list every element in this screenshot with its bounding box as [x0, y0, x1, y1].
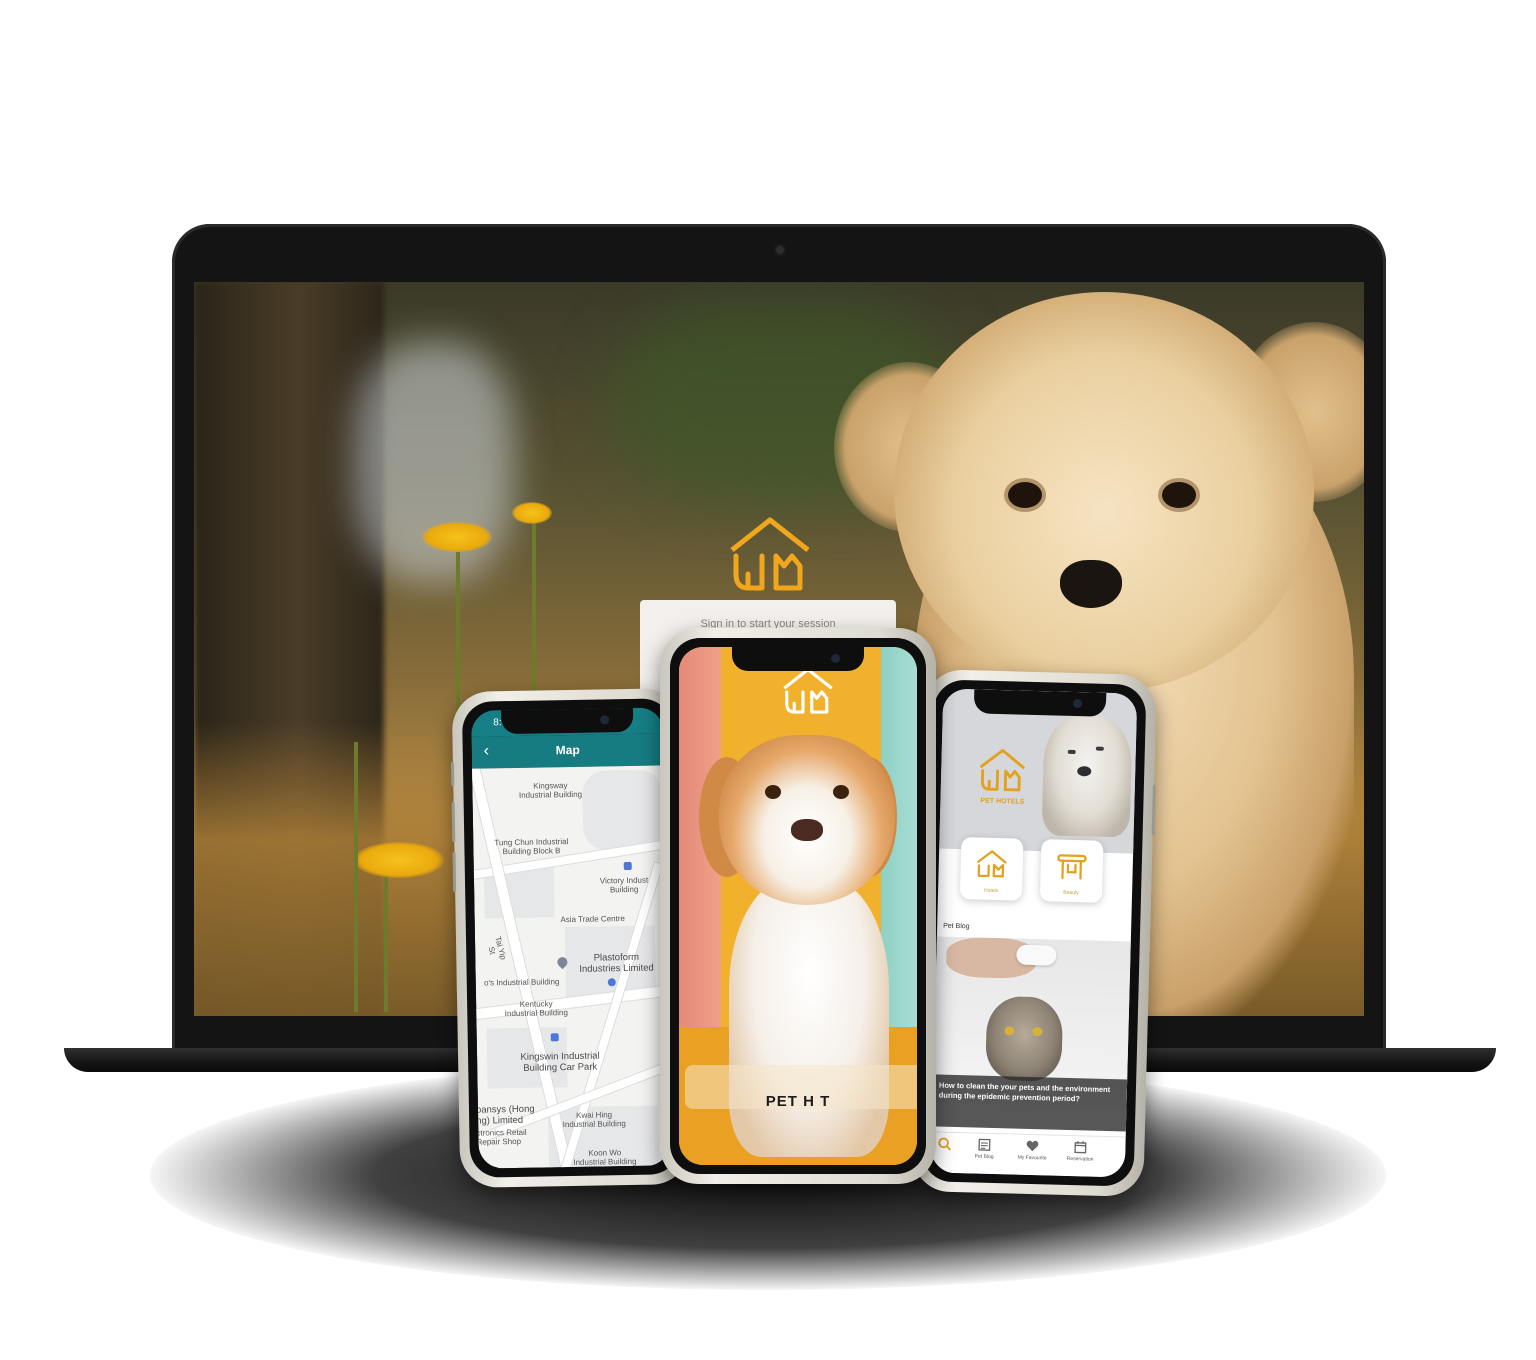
dog-nose	[791, 819, 823, 841]
page-title: Map	[555, 742, 580, 758]
phone-side-button	[450, 762, 455, 787]
dandelion-flower	[354, 842, 444, 878]
map-label: Asia Trade Centre	[560, 914, 625, 925]
dandelion-flower	[512, 502, 552, 524]
beagle-body	[729, 877, 889, 1157]
cat-eye	[1032, 1026, 1043, 1037]
app-home-screen: PET HOTELS Hotels Beauty Pet Blog How to…	[930, 688, 1138, 1178]
nav-label: My Favourite	[1017, 1154, 1047, 1162]
map-screen: 8:08 ‹ Map Kingsway Industrial Building …	[471, 707, 671, 1169]
map-label: Victory Indust Building	[599, 875, 649, 895]
blog-icon	[978, 1138, 991, 1151]
flower-stem	[384, 872, 388, 1012]
phone-notch	[973, 689, 1107, 717]
dog-nose	[1077, 766, 1092, 777]
transit-icon	[623, 861, 632, 871]
phone-notch	[732, 647, 864, 671]
nav-my-favourite[interactable]: My Favourite	[1009, 1138, 1056, 1161]
map-label: o's Industrial Building	[484, 977, 560, 988]
logo-text: PET HOTELS	[980, 797, 1025, 806]
map-phone: 8:08 ‹ Map Kingsway Industrial Building …	[450, 688, 691, 1188]
puppy-head	[894, 292, 1314, 692]
category-card-beauty[interactable]: Beauty	[1039, 839, 1104, 903]
dog-eye	[765, 785, 781, 799]
calendar-icon	[1074, 1141, 1087, 1154]
hotel-icon	[976, 850, 1007, 878]
map-label: Kentucky Industrial Building	[504, 999, 568, 1019]
bottom-nav: Pet Blog My Favourite Reservation	[930, 1131, 1126, 1178]
cat-eye	[1004, 1026, 1015, 1036]
card-label: Hotels	[983, 887, 999, 895]
splash-screen: PET H T	[679, 647, 917, 1165]
shower-head	[1016, 944, 1057, 966]
nav-label: Reservation	[1066, 1155, 1094, 1163]
blog-post-title[interactable]: How to clean the your pets and the envir…	[931, 1074, 1128, 1132]
map-label: Kingsway Industrial Building	[518, 781, 583, 800]
puppy-nose	[1060, 560, 1122, 608]
splash-phone: PET H T	[660, 628, 936, 1184]
heart-icon	[1026, 1140, 1039, 1152]
brand-text: PET H T	[765, 1093, 831, 1110]
pet-hotel-logo-icon	[979, 748, 1026, 792]
map-label: pansys (Hong ng) Limited	[475, 1103, 535, 1127]
nav-pet-blog[interactable]: Pet Blog	[961, 1137, 1008, 1160]
pet-hotel-logo-icon	[730, 517, 810, 591]
dandelion-flower	[422, 522, 492, 552]
map-label: Koon Wo Industrial Building	[573, 1148, 637, 1167]
phone-side-button	[452, 852, 457, 893]
map-label: Tai Yip St	[486, 935, 508, 961]
section-title: Pet Blog	[943, 922, 970, 931]
card-label: Beauty	[1063, 889, 1079, 897]
dog-eye	[833, 785, 849, 799]
map-block	[582, 769, 664, 851]
flower-stem	[354, 742, 358, 1012]
laptop-camera	[776, 246, 784, 254]
grooming-icon	[1057, 854, 1087, 880]
map-label: Kwai Hing Industrial Building	[562, 1110, 626, 1130]
category-card-hotels[interactable]: Hotels	[959, 837, 1024, 901]
dog-eye	[1067, 749, 1076, 755]
map-label: Kingswin Industrial Building Car Park	[520, 1050, 600, 1074]
phone-side-button	[451, 802, 456, 843]
puppy-eye	[1162, 482, 1196, 508]
map-header: ‹ Map	[471, 733, 665, 769]
labrador-photo	[1041, 715, 1133, 838]
transit-icon	[550, 1033, 559, 1042]
app-home-phone: PET HOTELS Hotels Beauty Pet Blog How to…	[911, 669, 1157, 1197]
map-label: Plastoform Industries Limited	[579, 951, 654, 975]
map-view[interactable]: Kingsway Industrial Building Tung Chun I…	[472, 765, 671, 1169]
phone-notch	[501, 707, 634, 735]
cat-photo	[985, 995, 1064, 1082]
puppy-eye	[1008, 482, 1042, 508]
map-label: Tung Chun Industrial Building Block B	[494, 837, 569, 857]
map-label: ctronics Retail Repair Shop	[476, 1127, 527, 1147]
dog-eye	[1095, 746, 1104, 751]
nav-reservation[interactable]: Reservation	[1057, 1140, 1104, 1163]
search-icon	[938, 1137, 952, 1151]
pet-hotel-logo-icon	[783, 667, 833, 714]
nav-label: Pet Blog	[974, 1153, 994, 1161]
